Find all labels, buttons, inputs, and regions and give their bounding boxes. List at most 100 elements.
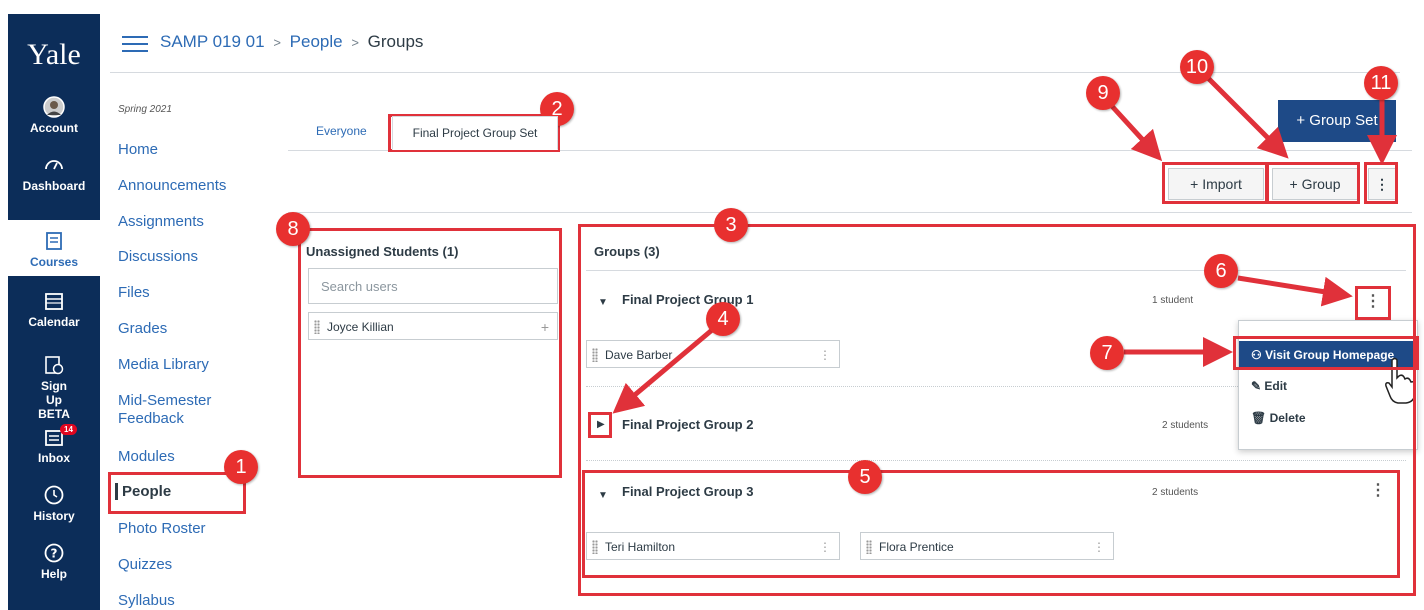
course-nav-modules[interactable]: Modules [118, 448, 175, 465]
course-nav-quizzes[interactable]: Quizzes [118, 556, 172, 573]
annotation-number-10: 10 [1180, 50, 1214, 84]
drag-handle-icon[interactable] [592, 540, 598, 554]
member-name: Teri Hamilton [605, 540, 676, 554]
nav-label: Courses [29, 255, 79, 269]
pencil-icon: ✎ [1251, 379, 1265, 393]
global-nav-help[interactable]: ? Help [8, 542, 100, 581]
account-avatar [43, 96, 65, 118]
more-options-button[interactable]: ⋮ [1368, 168, 1396, 200]
tabs-divider [288, 150, 1412, 151]
global-nav-calendar[interactable]: Calendar [8, 290, 100, 329]
nav-label: History [33, 509, 75, 523]
student-name: Joyce Killian [327, 320, 394, 334]
drag-handle-icon[interactable] [314, 320, 320, 334]
breadcrumb-separator: > [273, 35, 281, 50]
group-options-icon[interactable]: ⋮ [1368, 480, 1388, 500]
menu-label: Edit [1264, 379, 1288, 393]
hamburger-menu-icon[interactable] [122, 36, 148, 52]
add-group-set-button[interactable]: + Group Set [1278, 100, 1396, 142]
global-nav-signup[interactable]: Sign Up BETA [8, 354, 100, 421]
annotation-number-11: 11 [1364, 66, 1398, 100]
group-icon: ⚇ [1251, 348, 1266, 362]
member-name: Flora Prentice [879, 540, 954, 554]
member-options-icon[interactable]: ⋮ [819, 533, 831, 561]
breadcrumb-course[interactable]: SAMP 019 01 [160, 32, 265, 51]
group-name[interactable]: Final Project Group 2 [622, 417, 753, 432]
nav-label: Inbox [38, 451, 70, 465]
group-member[interactable]: Dave Barber ⋮ [586, 340, 840, 368]
member-name: Dave Barber [605, 348, 673, 362]
breadcrumb-current: Groups [367, 32, 424, 51]
trash-icon: 🗑 [1251, 411, 1270, 425]
groups-title: Groups (3) [594, 244, 660, 259]
annotation-number-5: 5 [848, 460, 882, 494]
menu-label: Delete [1269, 411, 1306, 425]
course-nav-media-library[interactable]: Media Library [118, 356, 209, 373]
group-member[interactable]: Teri Hamilton ⋮ [586, 532, 840, 560]
group-separator [586, 460, 1406, 461]
annotation-number-1: 1 [224, 450, 258, 484]
nav-label: Calendar [28, 315, 80, 329]
nav-label: Dashboard [22, 179, 86, 193]
drag-handle-icon[interactable] [866, 540, 872, 554]
course-nav-photo-roster[interactable]: Photo Roster [118, 520, 206, 537]
search-users-input[interactable]: Search users [308, 268, 558, 304]
history-icon [44, 485, 64, 505]
tab-final-project-group-set[interactable]: Final Project Group Set [392, 116, 558, 150]
yale-logo[interactable]: Yale [8, 38, 100, 72]
course-nav-syllabus[interactable]: Syllabus [118, 592, 175, 609]
help-icon: ? [44, 543, 64, 563]
global-nav-courses[interactable]: Courses [8, 220, 100, 276]
group-member[interactable]: Flora Prentice ⋮ [860, 532, 1114, 560]
menu-label: Visit Group Homepage [1265, 348, 1395, 362]
annotation-number-4: 4 [706, 302, 740, 336]
delete-group-item[interactable]: 🗑 Delete [1239, 411, 1417, 425]
dashboard-icon [45, 160, 63, 170]
course-nav-discussions[interactable]: Discussions [118, 248, 198, 265]
breadcrumb: SAMP 019 01 > People > Groups [160, 32, 423, 52]
content-divider [288, 212, 1412, 213]
expand-caret-icon[interactable]: ▶ [597, 419, 605, 430]
course-nav-people[interactable]: People [115, 483, 171, 500]
courses-icon [46, 232, 62, 250]
add-group-button[interactable]: + Group [1272, 168, 1358, 200]
nav-label: Sign Up BETA [38, 379, 70, 421]
global-nav-account[interactable]: Account [8, 96, 100, 135]
import-button[interactable]: + Import [1168, 168, 1264, 200]
breadcrumb-people[interactable]: People [290, 32, 343, 51]
group-member-count: 2 students [1162, 420, 1209, 431]
course-nav-home[interactable]: Home [118, 141, 158, 158]
global-nav-dashboard[interactable]: Dashboard [8, 154, 100, 193]
unassigned-student[interactable]: Joyce Killian + [308, 312, 558, 340]
course-nav-assignments[interactable]: Assignments [118, 213, 204, 230]
collapse-caret-icon[interactable]: ▼ [598, 490, 608, 501]
drag-handle-icon[interactable] [592, 348, 598, 362]
collapse-caret-icon[interactable]: ▼ [598, 297, 608, 308]
course-nav-grades[interactable]: Grades [118, 320, 167, 337]
term-label: Spring 2021 [118, 104, 172, 115]
global-nav-history[interactable]: History [8, 484, 100, 523]
group-member-count: 1 student [1152, 295, 1194, 306]
group-name[interactable]: Final Project Group 1 [622, 292, 753, 307]
group-options-icon[interactable]: ⋮ [1358, 288, 1388, 316]
group-name[interactable]: Final Project Group 3 [622, 484, 753, 499]
signup-icon [45, 356, 64, 375]
annotation-number-9: 9 [1086, 76, 1120, 110]
course-nav-mid-semester-feedback[interactable]: Mid-Semester Feedback [118, 392, 238, 428]
annotation-number-3: 3 [714, 208, 748, 242]
global-nav-inbox[interactable]: 14 Inbox [8, 424, 100, 465]
group-member-count: 2 students [1152, 487, 1199, 498]
course-nav-announcements[interactable]: Announcements [118, 177, 226, 194]
add-student-icon[interactable]: + [541, 313, 549, 341]
nav-label: Account [30, 121, 78, 135]
annotation-number-7: 7 [1090, 336, 1124, 370]
annotation-number-6: 6 [1204, 254, 1238, 288]
course-nav-files[interactable]: Files [118, 284, 150, 301]
calendar-icon [45, 293, 63, 310]
annotation-number-8: 8 [276, 212, 310, 246]
tab-everyone[interactable]: Everyone [316, 124, 367, 138]
nav-label: Help [40, 567, 67, 581]
member-options-icon[interactable]: ⋮ [1093, 533, 1105, 561]
member-options-icon[interactable]: ⋮ [819, 341, 831, 369]
svg-text:?: ? [51, 547, 58, 561]
